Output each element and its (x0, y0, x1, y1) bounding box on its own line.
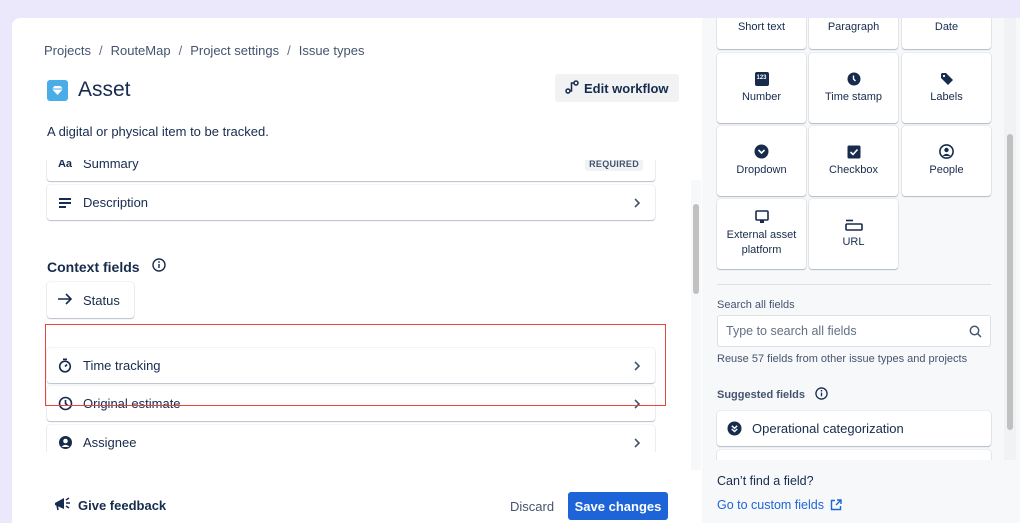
field-type-label: People (929, 164, 964, 176)
tag-icon (940, 72, 953, 85)
workflow-icon (565, 79, 579, 97)
field-type-label: Number (741, 90, 782, 103)
arrow-right-icon (57, 292, 73, 309)
status-label: Status (83, 292, 120, 308)
field-type-label: Time stamp (824, 90, 883, 103)
field-label: Assignee (83, 435, 137, 450)
breadcrumb-projects[interactable]: Projects (44, 43, 91, 58)
clock-filled-icon (847, 72, 860, 85)
page-title: Asset (78, 78, 131, 101)
info-icon[interactable] (815, 387, 828, 403)
url-field-icon (844, 219, 863, 231)
breadcrumb-routemap[interactable]: RouteMap (111, 43, 171, 58)
field-type-label: External asset platform (726, 229, 797, 256)
gem-icon (47, 79, 68, 101)
issue-type-description: A digital or physical item to be tracked… (47, 124, 269, 139)
field-label: Summary (83, 160, 139, 171)
chevron-double-circle-icon (727, 421, 742, 436)
save-changes-button[interactable]: Save changes (568, 492, 668, 520)
text-aa-icon: Aa (57, 160, 73, 170)
fields-scroll-area: Aa Summary REQUIRED Description Context … (12, 160, 702, 452)
field-type-labels[interactable]: Labels (902, 53, 991, 123)
person-circle-icon (939, 144, 954, 159)
footer: Give feedback Discard Save changes (12, 476, 702, 523)
field-type-label: Paragraph (827, 21, 880, 33)
search-icon[interactable] (969, 325, 982, 338)
breadcrumb-issue-types[interactable]: Issue types (299, 43, 365, 58)
number-123-icon: 123 (754, 71, 769, 86)
field-type-number[interactable]: 123 Number (717, 53, 806, 123)
discard-button[interactable]: Discard (504, 492, 560, 520)
edit-workflow-button[interactable]: Edit workflow (555, 74, 679, 102)
chevron-right-icon (634, 197, 641, 208)
search-all-fields-input[interactable] (726, 324, 969, 338)
field-type-label: Labels (930, 90, 963, 103)
highlight-annotation-box (45, 324, 666, 406)
megaphone-icon (54, 496, 72, 515)
suggested-field-operational-categorization[interactable]: Operational categorization (717, 411, 991, 446)
give-feedback-label: Give feedback (78, 498, 167, 513)
breadcrumb-separator: / (287, 43, 291, 58)
main-scrollbar-thumb[interactable] (693, 204, 699, 294)
title-row: Asset (47, 78, 131, 102)
required-badge: REQUIRED (585, 160, 643, 171)
field-type-label: Short text (737, 21, 786, 33)
context-fields-heading: Context fields (47, 258, 166, 275)
field-type-label: URL (842, 235, 865, 248)
field-type-people[interactable]: People (902, 126, 991, 196)
field-assignee[interactable]: Assignee (47, 425, 655, 452)
status-field[interactable]: Status (47, 282, 134, 318)
breadcrumb-separator: / (178, 43, 183, 58)
checkbox-icon (847, 145, 860, 158)
info-icon[interactable] (151, 258, 166, 275)
suggested-fields-heading: Suggested fields (717, 387, 828, 403)
field-type-label: Date (934, 21, 959, 33)
field-summary[interactable]: Aa Summary REQUIRED (47, 160, 655, 181)
suggested-fields-list: Operational categorization (702, 405, 1020, 460)
suggested-field-partially-hidden[interactable] (717, 450, 991, 460)
reuse-fields-text: Reuse 57 fields from other issue types a… (717, 353, 968, 365)
cant-find-field-text: Can’t find a field? (717, 474, 814, 488)
edit-workflow-label: Edit workflow (584, 80, 669, 96)
main-panel: Projects / RouteMap / Project settings /… (12, 18, 702, 523)
dropdown-circle-icon (754, 144, 769, 159)
field-type-checkbox[interactable]: Checkbox (809, 126, 898, 196)
chevron-right-icon (634, 437, 641, 448)
side-scrollbar-thumb[interactable] (1007, 134, 1013, 430)
go-to-custom-fields-link[interactable]: Go to custom fields (717, 498, 842, 512)
field-type-label: Dropdown (736, 164, 787, 176)
breadcrumb: Projects / RouteMap / Project settings /… (44, 43, 364, 58)
external-link-icon (830, 499, 842, 511)
breadcrumb-separator: / (98, 43, 103, 58)
field-type-dropdown[interactable]: Dropdown (717, 126, 806, 196)
description-lines-icon (57, 195, 73, 211)
search-all-fields-box[interactable] (717, 315, 991, 347)
suggested-field-label: Operational categorization (752, 421, 904, 436)
field-type-label: Checkbox (829, 163, 878, 176)
search-all-fields-label: Search all fields (717, 299, 795, 311)
context-fields-title: Context fields (47, 258, 140, 275)
custom-fields-link-label: Go to custom fields (717, 498, 824, 512)
background-strip (702, 0, 1020, 18)
divider (717, 284, 991, 285)
give-feedback-button[interactable]: Give feedback (54, 496, 166, 515)
field-type-external-asset-platform[interactable]: External asset platform (717, 199, 806, 269)
field-description[interactable]: Description (47, 185, 655, 220)
field-label: Description (83, 195, 149, 210)
field-types-panel: Short text Paragraph Date 123 Number Tim… (702, 0, 1020, 523)
suggested-fields-title: Suggested fields (717, 389, 806, 401)
person-circle-icon (57, 435, 73, 451)
monitor-icon (754, 210, 769, 223)
field-type-url[interactable]: URL (809, 199, 898, 269)
field-type-time-stamp[interactable]: Time stamp (809, 53, 898, 123)
breadcrumb-project-settings[interactable]: Project settings (190, 43, 279, 58)
